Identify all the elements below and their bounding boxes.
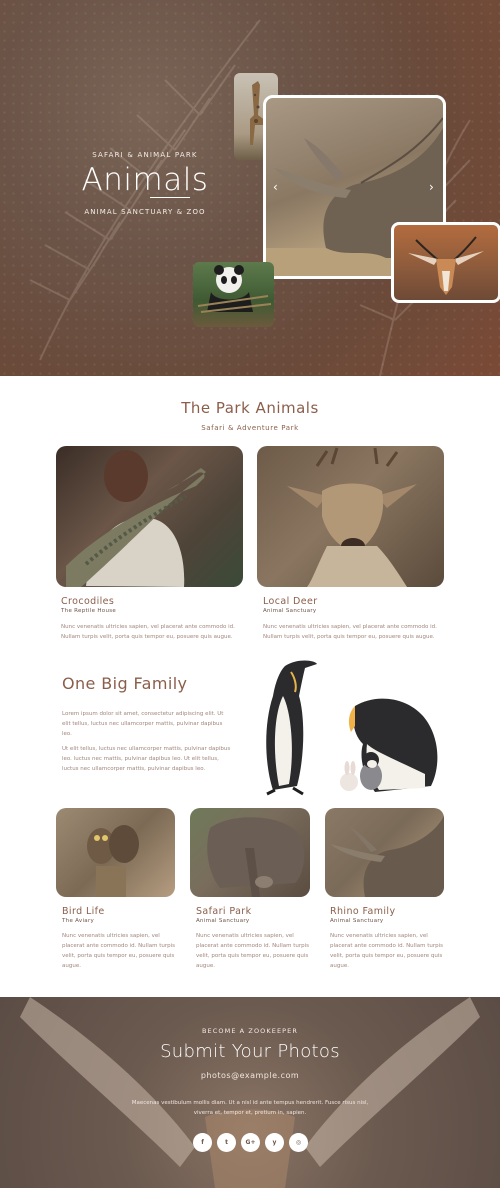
family-paragraph-1-line-1: Lorem ipsum dolor sit amet, consectetur … — [62, 711, 224, 717]
rhino-family-tag: Animal Sanctuary — [330, 918, 384, 924]
panda-photo — [193, 262, 274, 327]
footer-email-link[interactable]: photos@example.com — [0, 1071, 500, 1080]
gazelle-photo — [391, 222, 500, 303]
footer-text-line-1: Maecenas vestibulum mollis diam. Ut a ni… — [131, 1100, 369, 1106]
family-title: One Big Family — [62, 674, 188, 693]
hero-section: SAFARI & ANIMAL PARK Animals ANIMAL SANC… — [0, 0, 500, 376]
family-paragraph-1-line-2: elit tellus, luctus nec ullamcorper matt… — [62, 721, 223, 727]
family-paragraph-2-line-2: leo. luctus nec mattis, pulvinar dapibus… — [62, 756, 219, 762]
safari-park-text-line-1: Nunc venenatis ultricies sapien, vel — [196, 933, 294, 939]
crocodiles-text-line-2: Nullam turpis velit, porta quis tempor e… — [61, 634, 233, 640]
footer-text-line-2: viverra et, tempor et, pretium in, sapie… — [193, 1110, 307, 1116]
bird-life-text-line-2: placerat ante commodo id. Nullam turpis — [62, 943, 175, 949]
safari-park-text-line-2: placerat ante commodo id. Nullam turpis — [196, 943, 309, 949]
rhino-family-text-line-4: augue. — [330, 963, 349, 969]
footer-title: Submit Your Photos — [160, 1041, 340, 1062]
local-deer-tag: Animal Sanctuary — [263, 608, 317, 614]
rhino-family-text-line-1: Nunc venenatis ultricies sapien, vel — [330, 933, 428, 939]
safari-park-tag: Animal Sanctuary — [196, 918, 250, 924]
bird-life-tag: The Aviary — [62, 918, 95, 924]
slider-prev-arrow[interactable]: ‹ — [273, 180, 278, 194]
hero-title: Animals — [81, 162, 209, 198]
google-plus-icon[interactable]: G+ — [241, 1133, 260, 1152]
local-deer-title: Local Deer — [263, 596, 318, 607]
crocodiles-tag: The Reptile House — [61, 608, 117, 614]
bird-life-text-line-1: Nunc venenatis ultricies sapien, vel — [62, 933, 160, 939]
footer-section — [0, 997, 500, 1188]
crocodiles-title: Crocodiles — [61, 596, 115, 607]
section-subtitle: Safari & Adventure Park — [201, 424, 299, 432]
deer-photo — [257, 446, 444, 587]
safari-park-text-line-3: velit, porta quis tempor eu, posuere qui… — [196, 953, 309, 959]
crocodiles-text-line-1: Nunc venenatis ultricies sapien, vel pla… — [61, 624, 235, 630]
facebook-icon[interactable]: f — [193, 1133, 212, 1152]
slider-next-arrow[interactable]: › — [429, 180, 434, 194]
family-paragraph-1-line-3: leo. — [62, 731, 72, 737]
instagram-icon[interactable]: ◎ — [289, 1133, 308, 1152]
elephant-photo — [190, 808, 310, 897]
family-paragraph-2-line-1: Ut elit tellus, luctus nec ullamcorper m… — [62, 746, 231, 752]
rhino-family-text-line-2: placerat ante commodo id. Nullam turpis — [330, 943, 443, 949]
penguins-illustration — [266, 660, 438, 796]
rhino-family-title: Rhino Family — [330, 906, 396, 917]
rhino-family-photo — [325, 808, 444, 897]
local-deer-text-line-1: Nunc venenatis ultricies sapien, vel pla… — [263, 624, 437, 630]
bird-life-title: Bird Life — [62, 906, 105, 917]
safari-park-title: Safari Park — [196, 906, 252, 917]
bird-life-text-line-4: augue. — [62, 963, 81, 969]
hero-subtitle: ANIMAL SANCTUARY & ZOO — [84, 208, 206, 216]
yelp-icon[interactable]: y — [265, 1133, 284, 1152]
bird-life-text-line-3: velit, porta quis tempor eu, posuere qui… — [62, 953, 175, 959]
safari-park-text-line-4: augue. — [196, 963, 215, 969]
owls-photo — [56, 808, 175, 897]
section-title: The Park Animals — [181, 399, 319, 417]
gazelle-background — [20, 997, 480, 1188]
rhino-family-text-line-3: velit, porta quis tempor eu, posuere qui… — [330, 953, 443, 959]
family-paragraph-2-line-3: luctus nec ullamcorper mattis, pulvinar … — [62, 766, 206, 772]
footer-kicker: BECOME A ZOOKEEPER — [201, 1027, 299, 1035]
hero-title-underline — [150, 197, 190, 198]
crocodile-photo — [56, 446, 243, 587]
twitter-icon[interactable]: t — [217, 1133, 236, 1152]
local-deer-text-line-2: Nullam turpis velit, porta quis tempor e… — [263, 634, 435, 640]
